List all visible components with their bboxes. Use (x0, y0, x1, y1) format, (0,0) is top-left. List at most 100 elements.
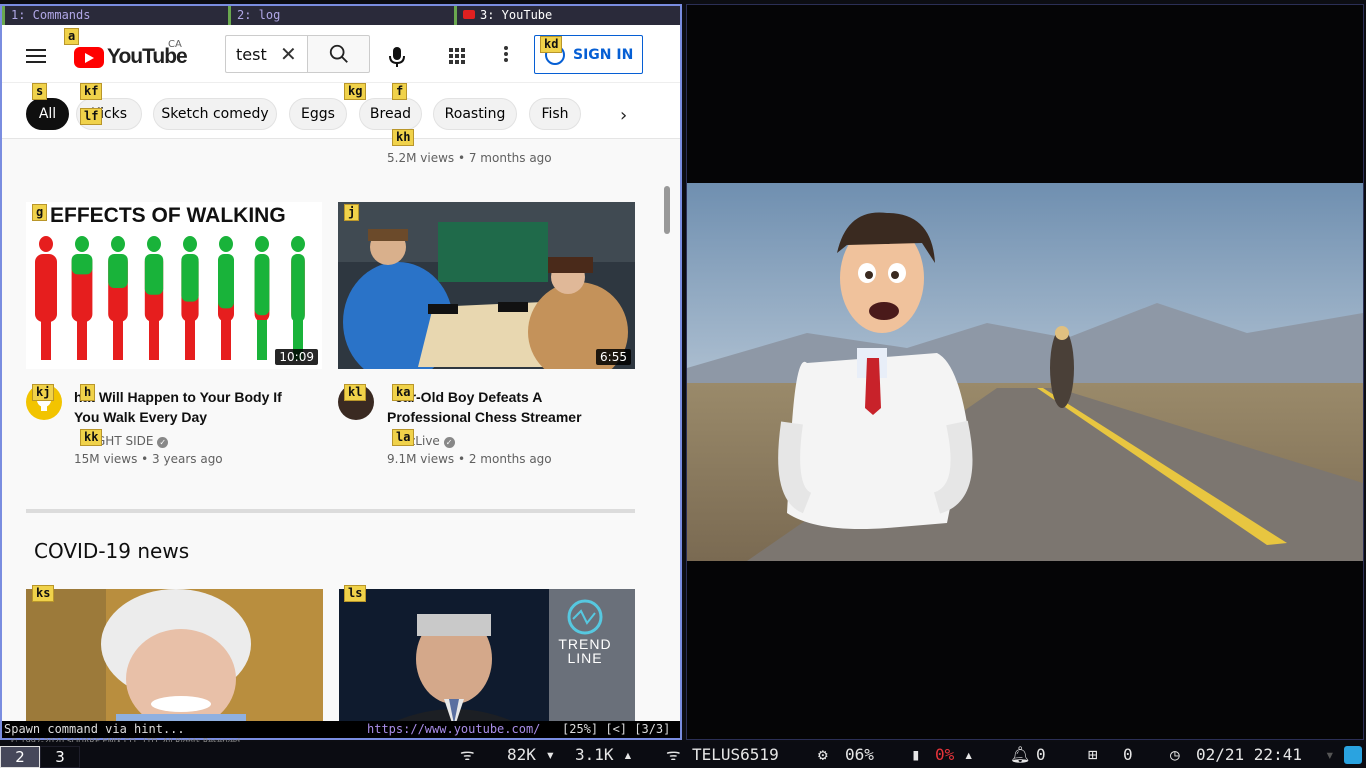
notification-count: 0 (1036, 745, 1046, 764)
scrollbar-thumb[interactable] (664, 186, 670, 234)
search-input[interactable]: test ✕ (225, 35, 307, 73)
tray-arrow-icon[interactable]: ▾ (1325, 745, 1335, 765)
hint-label[interactable]: f (392, 83, 408, 100)
hint-label[interactable]: kh (392, 129, 415, 146)
cpu-icon: ⚙ (818, 745, 828, 764)
hint-label[interactable]: s (32, 83, 48, 100)
command-prompt: Spawn command via hint... (4, 722, 185, 736)
chip-label: All (38, 106, 57, 122)
hint-label[interactable]: la (392, 429, 415, 446)
hint-label[interactable]: ks (32, 585, 55, 602)
youtube-header: YouTube CA test ✕ SIGN IN (2, 25, 680, 83)
video-frame[interactable] (687, 183, 1363, 561)
walking-figure (218, 236, 234, 360)
wifi-icon: ᯤ (460, 745, 475, 764)
walking-figure (144, 236, 164, 360)
walking-figure (181, 236, 199, 360)
chip-bread[interactable]: Bread (359, 98, 422, 130)
chip-label: Eggs (301, 106, 335, 122)
clear-search-icon[interactable]: ✕ (280, 42, 297, 66)
section-divider (26, 509, 635, 513)
hint-label[interactable]: ka (392, 384, 415, 401)
more-options-icon[interactable] (504, 46, 508, 64)
youtube-favicon-icon (463, 10, 475, 19)
date-time: 02/21 22:41 (1196, 745, 1302, 764)
verified-icon: ✓ (157, 437, 169, 448)
cartoon-doctor-on-road-image (687, 183, 1363, 561)
wifi-icon: ᯤ (666, 745, 681, 764)
current-url: https://www.youtube.com/ (367, 722, 541, 736)
download-rate: 82K ▾ (507, 745, 556, 764)
duration-badge: 6:55 (596, 349, 631, 365)
chip-fish[interactable]: Fish (529, 98, 581, 130)
hint-label[interactable]: kd (540, 36, 563, 53)
hamburger-menu-icon[interactable] (26, 49, 46, 63)
tab-commands[interactable]: 1: Commands (2, 6, 228, 25)
search-value: test (236, 45, 267, 64)
hint-label[interactable]: kj (32, 384, 55, 401)
battery-icon: ▮ (911, 745, 921, 764)
tab-youtube[interactable]: 3: YouTube (454, 6, 680, 25)
hint-label[interactable]: a (64, 28, 80, 45)
cpu-usage: 06% (845, 745, 874, 764)
system-bar: 2 3 ᯤ 82K ▾ 3.1K ▴ ᯤ TELUS6519 ⚙ 06% ▮ 0… (0, 742, 1366, 768)
youtube-play-icon (74, 46, 104, 68)
walking-figure (71, 236, 93, 360)
partial-video-meta: 5.2M views • 7 months ago (387, 151, 552, 165)
workspace-button[interactable]: 2 (0, 746, 40, 768)
search-icon (329, 44, 348, 63)
upload-rate: 3.1K ▴ (575, 745, 633, 764)
verified-icon: ✓ (443, 437, 455, 448)
battery-level: 0% ▴ (935, 745, 974, 764)
tab-log[interactable]: 2: log (228, 6, 454, 25)
chip-roasting[interactable]: Roasting (433, 98, 517, 130)
hint-label[interactable]: lf (80, 108, 103, 125)
hint-label[interactable]: ls (344, 585, 367, 602)
tab-label: 1: Commands (11, 8, 91, 22)
chevron-right-icon[interactable]: › (620, 105, 627, 126)
bell-icon[interactable]: 🔔︎ (1010, 745, 1030, 765)
video-title[interactable]: hat Will Happen to Your Body If You Walk … (74, 387, 314, 427)
hint-label[interactable]: kf (80, 83, 103, 100)
workspace-button[interactable]: 3 (40, 746, 80, 768)
browser-window: 1: Commands 2: log 3: YouTube YouTube CA… (0, 4, 682, 740)
chip-label: Fish (541, 106, 569, 122)
age: 7 months ago (468, 151, 552, 165)
hint-label[interactable]: kg (344, 83, 367, 100)
chip-label: Roasting (444, 106, 506, 122)
news-thumbnail[interactable]: TREND LINE (339, 589, 635, 721)
video-meta: 15M views • 3 years ago (74, 452, 223, 466)
apps-grid-icon[interactable] (449, 48, 465, 64)
chess-match-image (338, 202, 635, 369)
walking-figure (35, 236, 57, 360)
voice-search-icon[interactable] (388, 46, 406, 72)
telegram-icon[interactable] (1344, 746, 1362, 764)
duration-badge: 10:09 (275, 349, 318, 365)
chip-eggs[interactable]: Eggs (289, 98, 347, 130)
sign-in-label: SIGN IN (573, 46, 634, 63)
walking-silhouettes-image (35, 236, 305, 360)
trendline-logo: TREND LINE (558, 636, 612, 666)
news-thumbnail[interactable] (26, 589, 323, 721)
hint-label[interactable]: g (32, 204, 48, 221)
hint-label[interactable]: kl (344, 384, 367, 401)
hint-label[interactable]: kk (80, 429, 103, 446)
tab-bar: 1: Commands 2: log 3: YouTube (2, 6, 680, 25)
views: 5.2M views (387, 151, 455, 165)
browser-statusline: Spawn command via hint... https://www.yo… (2, 721, 680, 738)
hint-label[interactable]: h (80, 384, 96, 401)
walking-figure (254, 236, 270, 360)
search-button[interactable] (307, 35, 370, 73)
video-meta: 9.1M views • 2 months ago (387, 452, 552, 466)
chip-sketch-comedy[interactable]: Sketch comedy (153, 98, 277, 130)
video-thumbnail[interactable]: EFFECTS OF WALKING 10:09 (26, 202, 322, 369)
video-thumbnail[interactable]: 6:55 (338, 202, 635, 369)
scroll-position: [25%] [<] [3/3] (562, 722, 671, 736)
chip-bar: All Kicks Sketch comedy Eggs Bread Roast… (2, 83, 680, 139)
chip-label: Sketch comedy (161, 106, 269, 122)
calendar-icon: ◷ (1170, 745, 1180, 764)
chip-all[interactable]: All (26, 98, 69, 130)
video-feed: 5.2M views • 7 months ago EFFECTS OF WAL… (2, 139, 680, 721)
video-title[interactable]: ear-Old Boy Defeats A Professional Chess … (387, 387, 627, 427)
hint-label[interactable]: j (344, 204, 360, 221)
